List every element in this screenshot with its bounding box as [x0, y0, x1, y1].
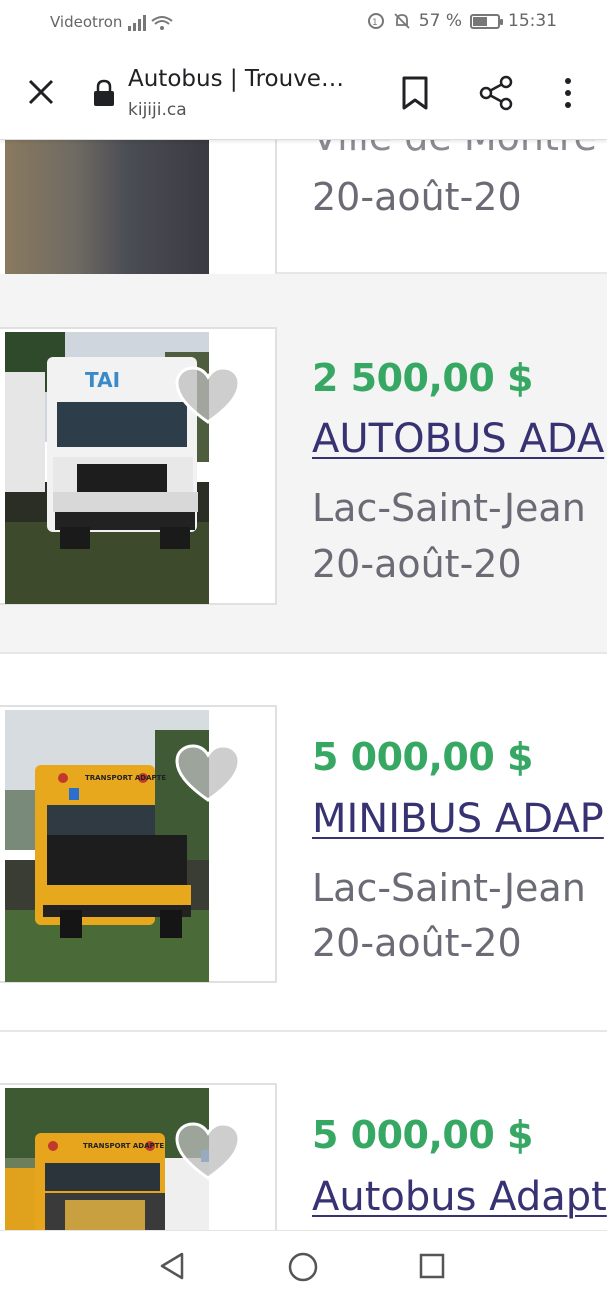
back-icon[interactable]: [158, 1251, 188, 1281]
more-options-icon[interactable]: [556, 76, 580, 110]
share-icon[interactable]: [478, 75, 514, 111]
listing-title-link[interactable]: AUTOBUS ADA: [312, 416, 604, 462]
listing-thumbnail[interactable]: TRANSPORT ADAPTE: [0, 1083, 277, 1230]
bell-off-icon: [394, 13, 410, 29]
listing-price: 5 000,00 $: [312, 1113, 533, 1157]
listing-title-link[interactable]: Autobus Adapt: [312, 1174, 607, 1220]
listing-item[interactable]: TRANSPORT ADAPTE 5 000,00 $ Autobus Adap…: [0, 1032, 607, 1230]
signal-wifi-icons: [128, 13, 174, 37]
clock: 15:31: [508, 11, 557, 31]
listing-price: 5 000,00 $: [312, 735, 533, 779]
lock-icon[interactable]: [93, 79, 115, 107]
favorite-heart-icon[interactable]: [175, 1122, 241, 1182]
status-bar: Videotron 1 57 % 15:31: [0, 0, 607, 46]
listing-results: Ville de Montré 20-août-20: [0, 140, 607, 1230]
favorite-heart-icon[interactable]: [175, 744, 241, 804]
listing-title-link[interactable]: MINIBUS ADAP: [312, 796, 604, 842]
listing-item[interactable]: Ville de Montré 20-août-20: [0, 140, 607, 320]
bus-sign-text: TRANSPORT ADAPTE: [83, 1142, 164, 1150]
browser-toolbar: Autobus | Trouve… kijiji.ca: [0, 46, 607, 140]
bus-logo-text: TAI: [85, 368, 120, 392]
listing-thumbnail[interactable]: TRANSPORT ADAPTE: [0, 705, 277, 983]
listing-location: Lac-Saint-Jean: [312, 486, 586, 530]
close-icon[interactable]: [26, 77, 56, 107]
status-right: 1 57 % 15:31: [367, 11, 557, 31]
listing-date: 20-août-20: [312, 921, 522, 965]
system-navigation-bar: [0, 1230, 607, 1300]
listing-item[interactable]: TAI 2 500,00 $ AUTOBUS ADA Lac-Saint-Jea…: [0, 274, 607, 654]
listing-thumbnail[interactable]: TAI: [0, 327, 277, 605]
page-url[interactable]: kijiji.ca: [128, 100, 187, 120]
listing-date: 20-août-20: [312, 542, 522, 586]
battery-percent: 57 %: [418, 11, 462, 31]
listing-location: Lac-Saint-Jean: [312, 866, 586, 910]
svg-text:1: 1: [372, 18, 378, 28]
favorite-heart-icon[interactable]: [175, 366, 241, 426]
bookmark-icon[interactable]: [400, 76, 430, 110]
listing-price: 2 500,00 $: [312, 356, 533, 400]
listing-item[interactable]: TRANSPORT ADAPTE 5 000,00 $ MINIBUS ADAP…: [0, 654, 607, 1032]
data-saver-icon: 1: [367, 13, 384, 29]
page-title[interactable]: Autobus | Trouve…: [128, 66, 358, 92]
carrier-label: Videotron: [50, 13, 123, 31]
battery-icon: [470, 13, 503, 29]
bus-sign-text: TRANSPORT ADAPTE: [85, 774, 166, 782]
home-icon[interactable]: [287, 1251, 319, 1283]
listing-location: Ville de Montré: [312, 140, 597, 159]
recents-icon[interactable]: [418, 1252, 446, 1280]
listing-date: 20-août-20: [312, 175, 522, 219]
